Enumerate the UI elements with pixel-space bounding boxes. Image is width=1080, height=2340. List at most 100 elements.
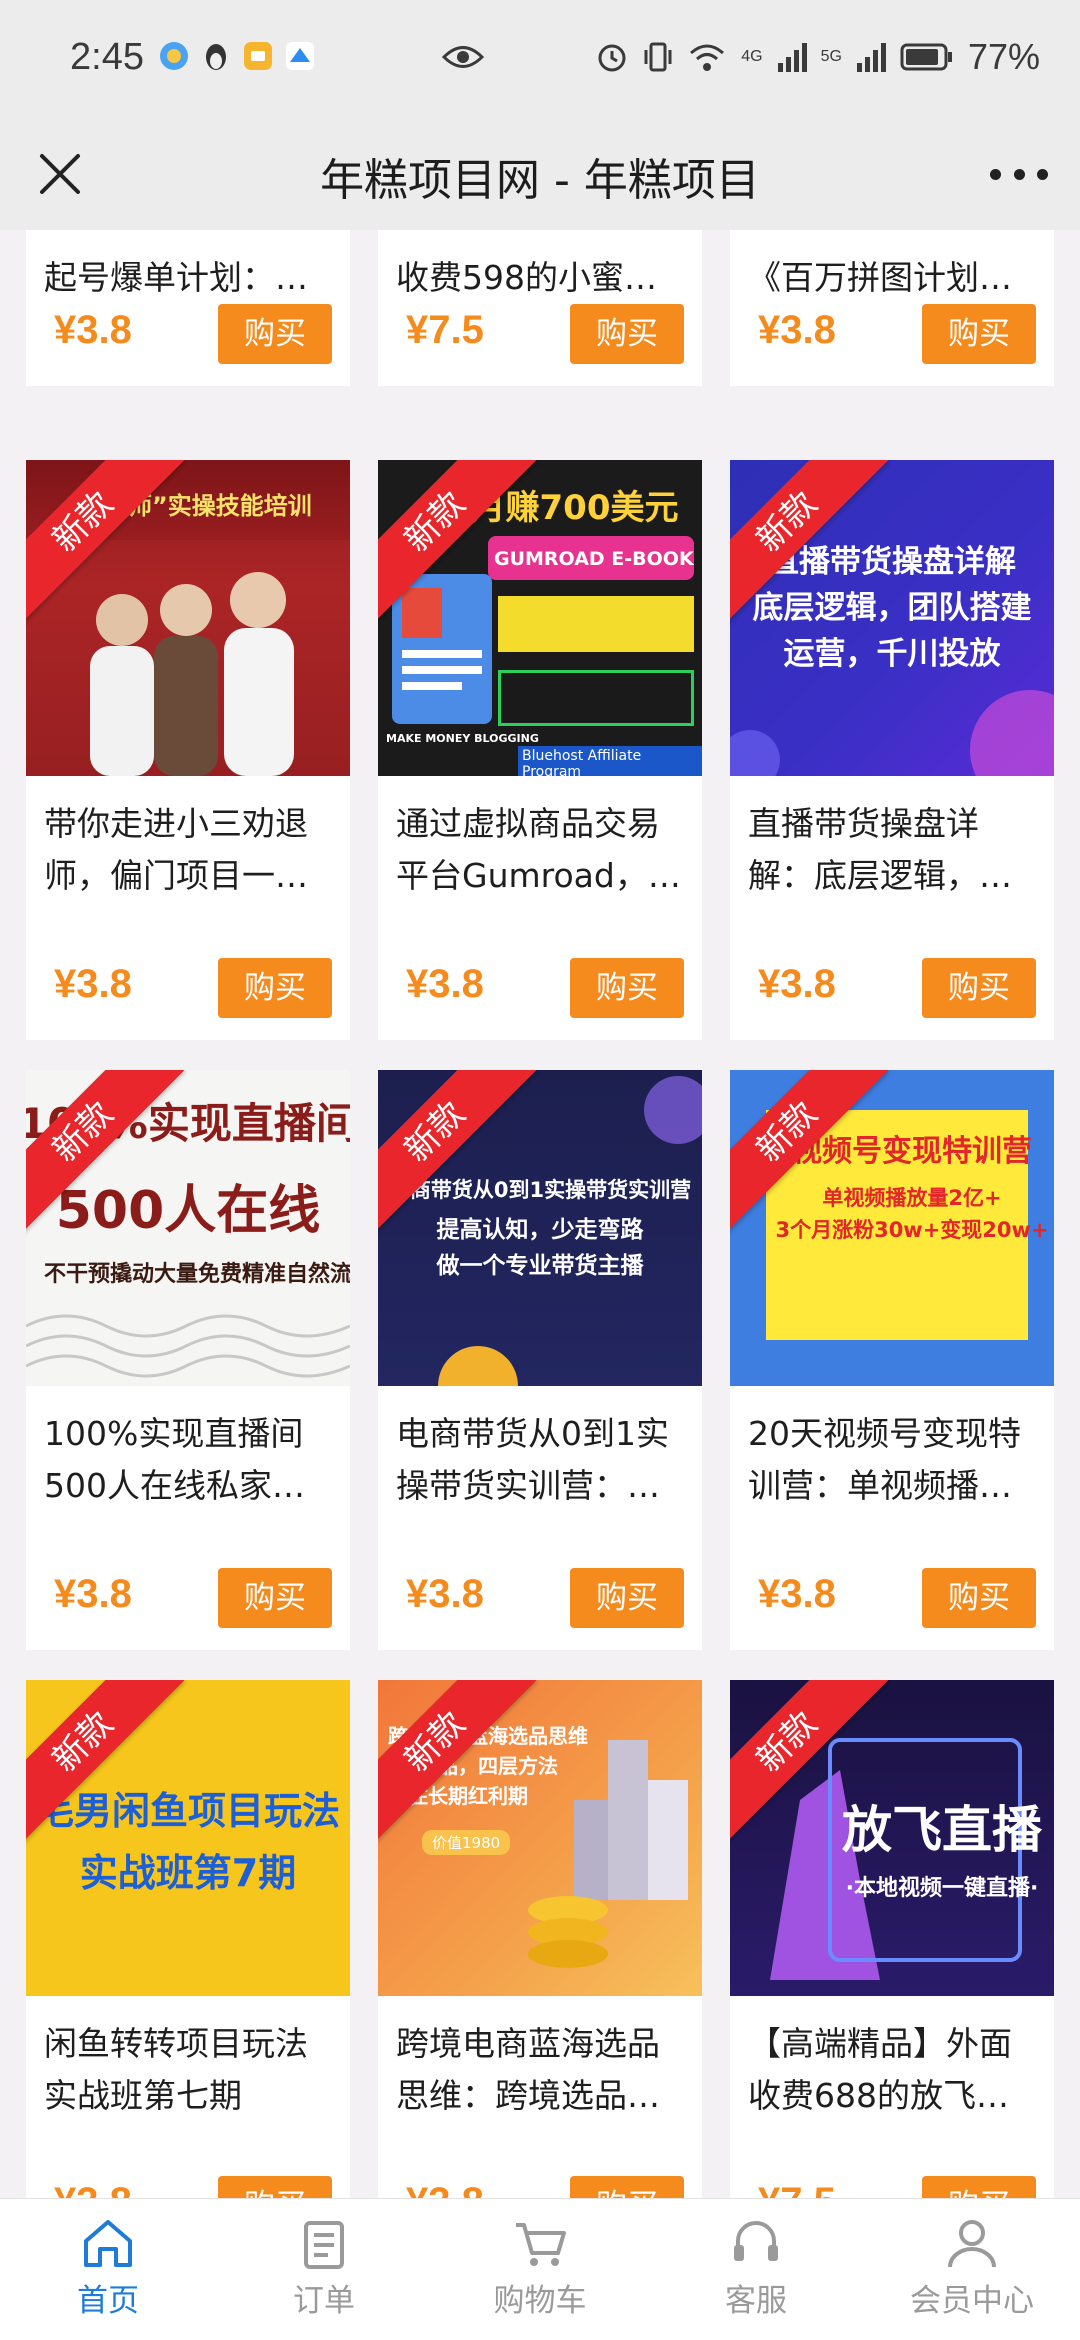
cart-icon	[516, 2223, 566, 2266]
bottom-nav: 首页 订单 购物车 客服 会员中心	[0, 2198, 1080, 2340]
product-card[interactable]: 直播带货操盘详解 底层逻辑，团队搭建 运营，千川投放 新款 直播带货操盘详 解：…	[730, 460, 1054, 1040]
penguin-icon	[206, 44, 226, 70]
product-title: 20天视频号变现特 训营：单视频播…	[748, 1414, 1021, 1505]
product-card[interactable]: 《百万拼图计划… ¥3.8 购买	[730, 230, 1054, 386]
product-thumbnail[interactable]: 视频号变现特训营 单视频播放量2亿+ 3个月涨粉30w+变现20w+ 新款	[730, 1070, 1054, 1386]
nav-orders-label: 订单	[293, 2283, 355, 2319]
product-card[interactable]: 电商带货从0到1实操带货实训营 提高认知，少走弯路 做一个专业带货主播 新款 电…	[378, 1070, 702, 1650]
status-bar: 2:45 4G 5G 77%	[0, 0, 1080, 118]
product-card[interactable]: 100%实现直播间 500人在线 不干预撬动大量免费精准自然流 新款 100%实…	[26, 1070, 350, 1650]
order-icon	[304, 2221, 344, 2269]
product-title: 电商带货从0到1实 操带货实训营：…	[396, 1414, 669, 1505]
signal-icon	[777, 43, 807, 72]
product-card[interactable]: 月赚700美元 GUMROAD E-BOOK 联盟营销推广 上传免费电子书 MA…	[378, 460, 702, 1040]
buy-button[interactable]: 购买	[922, 1568, 1036, 1628]
more-dot-icon	[1037, 168, 1048, 180]
document-illustration	[392, 574, 492, 724]
product-title: 《百万拼图计划…	[748, 258, 1012, 297]
yellow-band	[498, 596, 694, 652]
nav-home[interactable]: 首页	[0, 2199, 216, 2340]
buy-button[interactable]: 购买	[570, 304, 684, 364]
net-type-1: 4G	[741, 48, 763, 65]
product-title: 100%实现直播间 500人在线私家…	[44, 1414, 305, 1505]
product-title: 起号爆单计划：…	[44, 258, 308, 297]
product-thumbnail[interactable]: “劝退师”实操技能培训 新款	[26, 460, 350, 776]
product-card[interactable]: “劝退师”实操技能培训 新款 带你走进小三劝退 师，偏门项目一… ¥3.8 购买	[26, 460, 350, 1040]
title-bar: 年糕项目网 - 年糕项目	[0, 118, 1080, 230]
product-grid[interactable]: 起号爆单计划：… ¥3.8 购买 收费598的小蜜… ¥7.5 购买 《百万拼图…	[0, 230, 1080, 2198]
thumb-caption: MAKE MONEY BLOGGING	[386, 732, 539, 745]
nav-service-label: 客服	[725, 2283, 787, 2319]
product-card[interactable]: 视频号变现特训营 单视频播放量2亿+ 3个月涨粉30w+变现20w+ 新款 20…	[730, 1070, 1054, 1650]
product-thumbnail[interactable]: 100%实现直播间 500人在线 不干预撬动大量免费精准自然流 新款	[26, 1070, 350, 1386]
product-card[interactable]: 毛男闲鱼项目玩法 实战班第7期 新款 闲鱼转转项目玩法 实战班第七期 ¥3.8 …	[26, 1680, 350, 2198]
thumb-caption-2: Bluehost Affiliate Program	[518, 746, 702, 776]
status-time: 2:45	[70, 36, 144, 78]
buy-button[interactable]: 购买	[218, 1568, 332, 1628]
alarm-icon	[598, 44, 626, 72]
product-title: 收费598的小蜜…	[396, 258, 657, 297]
product-price: ¥7.5	[758, 2180, 836, 2198]
buy-button[interactable]: 购买	[218, 304, 332, 364]
buy-button[interactable]: 购买	[570, 1568, 684, 1628]
product-price: ¥3.8	[758, 308, 836, 352]
product-card[interactable]: 收费598的小蜜… ¥7.5 购买	[378, 230, 702, 386]
product-title: 【高端精品】外面 收费688的放飞…	[748, 2024, 1012, 2115]
app-root: 2:45 4G 5G 77% 年糕项目网 - 年糕项目 起号爆单计划：… ¥3.…	[0, 0, 1080, 2340]
headset-icon	[734, 2221, 778, 2261]
product-title: 通过虚拟商品交易 平台Gumroad，…	[396, 804, 681, 895]
product-title: 闲鱼转转项目玩法 实战班第七期	[44, 2024, 308, 2115]
product-card[interactable]: 起号爆单计划：… ¥3.8 购买	[26, 230, 350, 386]
buy-button[interactable]: 购买	[218, 958, 332, 1018]
nav-home-label: 首页	[77, 2283, 139, 2319]
product-card[interactable]: 放飞直播 ·本地视频一键直播· 新款 【高端精品】外面 收费688的放飞… ¥7…	[730, 1680, 1054, 2198]
eye-icon	[442, 46, 484, 68]
more-menu-button[interactable]	[984, 142, 1054, 206]
message-app-icon	[244, 42, 272, 70]
product-thumbnail[interactable]: 电商带货从0到1实操带货实训营 提高认知，少走弯路 做一个专业带货主播 新款	[378, 1070, 702, 1386]
nav-member[interactable]: 会员中心	[864, 2199, 1080, 2340]
nav-cart-label: 购物车	[493, 2283, 587, 2319]
product-price: ¥3.8	[54, 2180, 132, 2198]
wifi-icon	[690, 44, 725, 71]
buy-button[interactable]: 购买	[218, 2176, 332, 2198]
notification-icons	[158, 40, 316, 72]
green-band	[498, 670, 694, 726]
app-icon	[286, 42, 314, 70]
nav-cart[interactable]: 购物车	[432, 2199, 648, 2340]
product-title: 跨境电商蓝海选品 思维：跨境选品…	[396, 2024, 660, 2115]
vibrate-icon	[644, 42, 672, 72]
product-price: ¥3.8	[54, 962, 132, 1006]
gumroad-banner-text: GUMROAD E-BOOK 联盟营销推广 上传免费电子书	[494, 548, 694, 570]
buy-button[interactable]: 购买	[922, 958, 1036, 1018]
product-price: ¥3.8	[406, 962, 484, 1006]
status-right: 4G 5G 77%	[595, 36, 1040, 78]
more-dot-icon	[990, 168, 1001, 180]
home-icon	[84, 2220, 132, 2267]
product-thumbnail[interactable]: 跨境电商蓝海选品思维 品，四层方法 抓住长期红利期 价值1980 新款	[378, 1680, 702, 1996]
product-card[interactable]: 跨境电商蓝海选品思维 品，四层方法 抓住长期红利期 价值1980 新款 跨境电商…	[378, 1680, 702, 2198]
user-icon	[948, 2220, 996, 2268]
product-price: ¥3.8	[406, 2180, 484, 2198]
product-price: ¥3.8	[406, 1572, 484, 1616]
signal-icon-2	[856, 43, 886, 72]
buy-button[interactable]: 购买	[922, 304, 1036, 364]
product-thumbnail[interactable]: 毛男闲鱼项目玩法 实战班第7期 新款	[26, 1680, 350, 1996]
nav-service[interactable]: 客服	[648, 2199, 864, 2340]
product-price: ¥3.8	[54, 1572, 132, 1616]
wave-pattern	[26, 1314, 350, 1378]
more-dot-icon	[1013, 168, 1025, 180]
battery-icon	[900, 43, 952, 71]
product-title: 带你走进小三劝退 师，偏门项目一…	[44, 804, 308, 895]
nav-member-label: 会员中心	[910, 2283, 1034, 2319]
product-thumbnail[interactable]: 月赚700美元 GUMROAD E-BOOK 联盟营销推广 上传免费电子书 MA…	[378, 460, 702, 776]
product-thumbnail[interactable]: 直播带货操盘详解 底层逻辑，团队搭建 运营，千川投放 新款	[730, 460, 1054, 776]
buy-button[interactable]: 购买	[570, 958, 684, 1018]
product-price: ¥3.8	[54, 308, 132, 352]
buy-button[interactable]: 购买	[922, 2176, 1036, 2198]
product-price: ¥7.5	[406, 308, 484, 352]
product-price: ¥3.8	[758, 962, 836, 1006]
nav-orders[interactable]: 订单	[216, 2199, 432, 2340]
product-thumbnail[interactable]: 放飞直播 ·本地视频一键直播· 新款	[730, 1680, 1054, 1996]
buy-button[interactable]: 购买	[570, 2176, 684, 2198]
